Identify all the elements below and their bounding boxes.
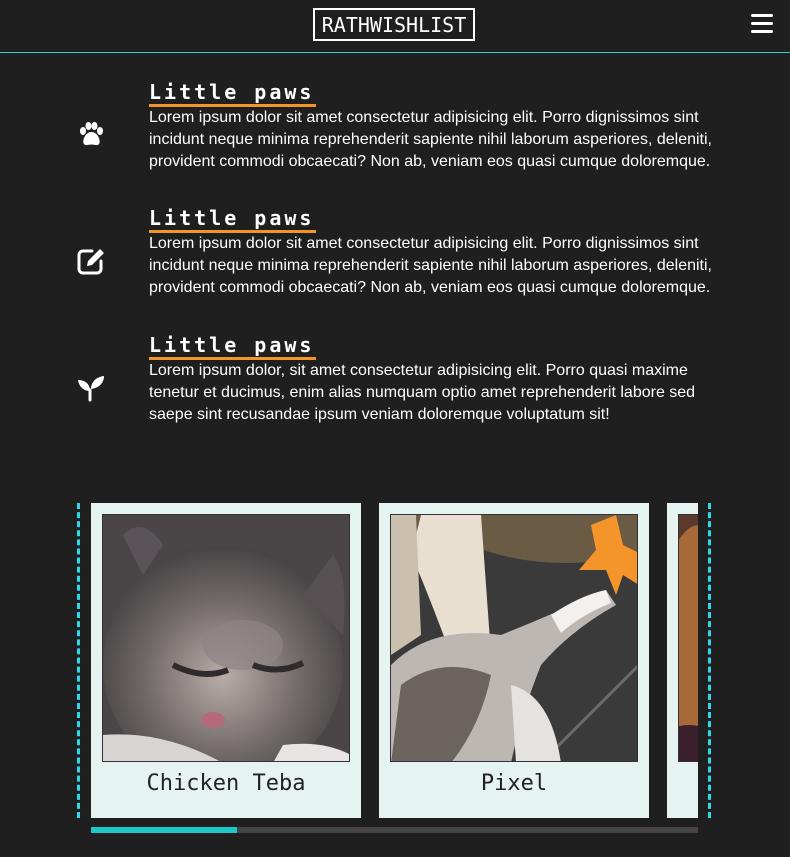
carousel-left-border xyxy=(77,503,80,818)
kitten-photo xyxy=(102,514,350,762)
edit-icon xyxy=(74,244,108,278)
cat-photo-partial xyxy=(678,514,698,762)
cat-carousel[interactable]: Chicken Teba Pixel xyxy=(91,503,698,818)
header: RATHWISHLIST xyxy=(0,0,790,53)
cat-card[interactable]: Chicken Teba xyxy=(91,503,361,818)
carousel-right-border xyxy=(708,503,711,818)
cat-photo xyxy=(390,514,638,762)
paw-icon xyxy=(74,119,108,153)
feature-text: Lorem ipsum dolor, sit amet consectetur … xyxy=(149,362,696,423)
feature-title: Little paws xyxy=(149,334,316,360)
feature-text: Lorem ipsum dolor sit amet consectetur a… xyxy=(149,235,712,296)
feature-title: Little paws xyxy=(149,207,316,233)
feature-title: Little paws xyxy=(149,81,316,107)
cat-name: Chicken Teba xyxy=(146,771,306,796)
carousel-scrollbar-thumb[interactable] xyxy=(91,827,237,833)
feature-text: Lorem ipsum dolor sit amet consectetur a… xyxy=(149,109,712,170)
sprout-icon xyxy=(74,372,108,406)
cat-name: Pixel xyxy=(480,771,548,796)
hamburger-menu-icon[interactable] xyxy=(751,14,773,34)
cat-card[interactable]: Pixel xyxy=(379,503,649,818)
logo[interactable]: RATHWISHLIST xyxy=(313,8,475,41)
cat-card[interactable] xyxy=(667,503,698,818)
carousel-scrollbar[interactable] xyxy=(91,827,698,833)
